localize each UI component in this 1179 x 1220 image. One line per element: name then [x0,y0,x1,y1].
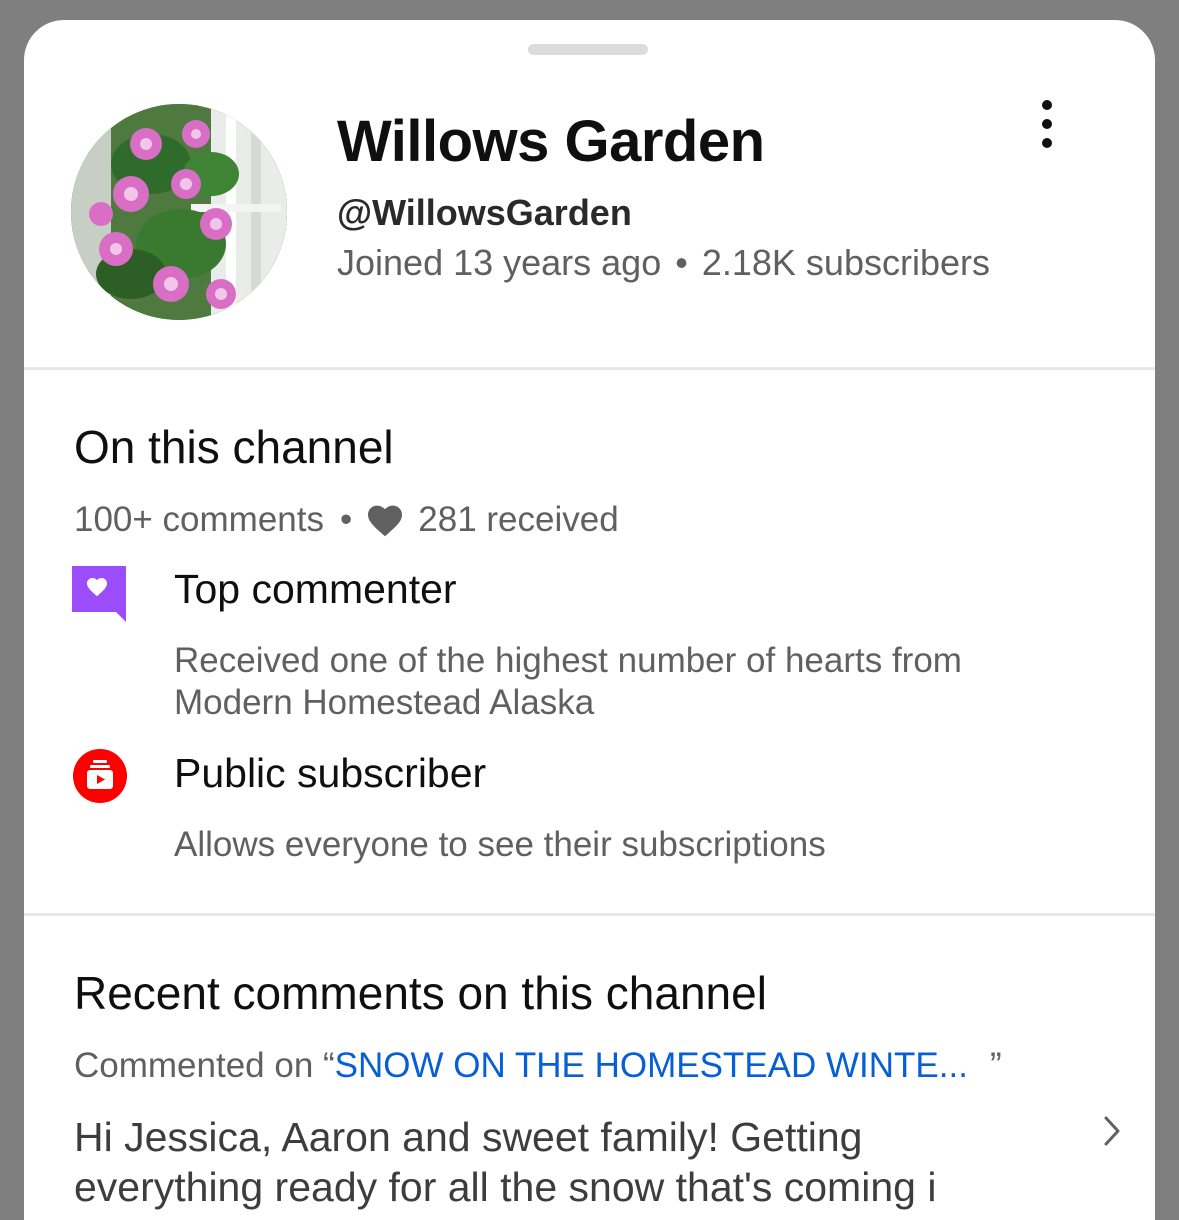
badge-description-public-subscriber: Allows everyone to see their subscriptio… [174,825,826,864]
channel-info-sheet: Willows Garden @WillowsGarden Joined 13 … [24,20,1155,1220]
separator-dot: • [675,242,688,283]
subscriptions-icon [73,749,127,803]
avatar[interactable] [71,104,287,320]
comment-text[interactable]: Hi Jessica, Aaron and sweet family! Gett… [74,1112,1034,1212]
chevron-right-icon[interactable] [1098,1112,1128,1150]
video-title-link[interactable]: SNOW ON THE HOMESTEAD WINTE... [335,1046,968,1085]
subscriber-count: 2.18K subscribers [701,242,990,283]
divider [24,367,1155,370]
section-title-recent-comments: Recent comments on this channel [74,967,767,1019]
section-title-on-this-channel: On this channel [74,421,394,473]
channel-handle: @WillowsGarden [337,192,632,233]
badge-title-top-commenter: Top commenter [174,566,457,612]
channel-meta: Joined 13 years ago • 2.18K subscribers [337,242,990,284]
heart-icon [368,505,403,537]
joined-text: Joined 13 years ago [337,242,662,283]
vertical-ellipsis-icon[interactable] [1030,96,1064,152]
hearts-received: 281 received [418,500,619,539]
channel-stats: 100+ comments • 281 received [74,500,619,540]
separator-dot: • [340,500,353,539]
commented-on-line: Commented on “SNOW ON THE HOMESTEAD WINT… [74,1046,1002,1086]
comment-count: 100+ comments [74,500,324,539]
drag-handle[interactable] [528,44,648,55]
badge-title-public-subscriber: Public subscriber [174,750,487,796]
heart-speech-bubble-icon [72,566,126,622]
commented-on-prefix: Commented on “ [74,1046,335,1085]
clematis-flower-photo [71,104,287,320]
channel-name: Willows Garden [337,109,765,174]
badge-description-top-commenter: Received one of the highest number of he… [174,641,962,722]
commented-on-suffix: ” [989,1046,1002,1085]
divider [24,913,1155,916]
